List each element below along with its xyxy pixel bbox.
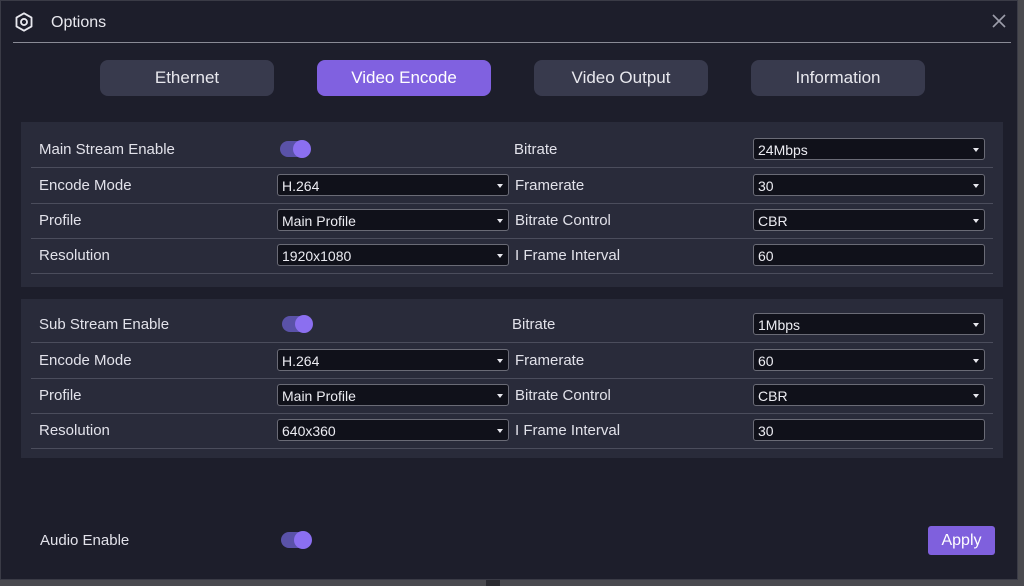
sub-bitrate-control-select[interactable]: CBR bbox=[753, 384, 985, 406]
sub-encode-mode-select[interactable]: H.264 bbox=[277, 349, 509, 371]
sub-stream-row-profile: Profile Main Profile Bitrate Control CBR bbox=[31, 378, 993, 414]
sub-stream-panel: Sub Stream Enable Bitrate 1Mbps Encode M… bbox=[21, 299, 1003, 458]
sub-stream-enable-label: Sub Stream Enable bbox=[39, 316, 170, 333]
sub-stream-row-enable: Sub Stream Enable Bitrate 1Mbps bbox=[31, 307, 993, 343]
sub-resolution-label: Resolution bbox=[39, 422, 110, 439]
sub-profile-select[interactable]: Main Profile bbox=[277, 384, 509, 406]
window-resize-handle bbox=[486, 580, 500, 586]
audio-enable-label: Audio Enable bbox=[40, 532, 130, 549]
main-framerate-value: 30 bbox=[758, 178, 774, 194]
sub-iframe-interval-input[interactable]: 30 bbox=[753, 419, 985, 441]
main-iframe-interval-input[interactable]: 60 bbox=[753, 244, 985, 266]
sub-framerate-select[interactable]: 60 bbox=[753, 349, 985, 371]
main-encode-mode-value: H.264 bbox=[282, 178, 320, 194]
options-dialog: Options Ethernet Video Encode Video Outp… bbox=[0, 0, 1018, 580]
sub-profile-label: Profile bbox=[39, 387, 82, 404]
audio-enable-toggle[interactable] bbox=[281, 531, 312, 549]
toggle-knob bbox=[294, 531, 312, 549]
sub-bitrate-label: Bitrate bbox=[512, 316, 556, 333]
main-stream-enable-label: Main Stream Enable bbox=[39, 141, 175, 158]
toggle-knob bbox=[293, 140, 311, 158]
sub-resolution-value: 640x360 bbox=[282, 423, 336, 439]
main-resolution-value: 1920x1080 bbox=[282, 248, 352, 264]
sub-framerate-label: Framerate bbox=[515, 352, 585, 369]
window-title: Options bbox=[51, 14, 107, 31]
chevron-down-icon bbox=[973, 359, 979, 363]
main-stream-row-resolution: Resolution 1920x1080 I Frame Interval 60 bbox=[31, 238, 993, 274]
chevron-down-icon bbox=[973, 394, 979, 398]
title-divider bbox=[13, 42, 1011, 43]
sub-encode-mode-label: Encode Mode bbox=[39, 352, 132, 369]
sub-profile-value: Main Profile bbox=[282, 388, 356, 404]
sub-bitrate-select[interactable]: 1Mbps bbox=[753, 313, 985, 335]
chevron-down-icon bbox=[973, 184, 979, 188]
main-framerate-select[interactable]: 30 bbox=[753, 174, 985, 196]
sub-framerate-value: 60 bbox=[758, 353, 774, 369]
gear-icon bbox=[15, 12, 33, 32]
chevron-down-icon bbox=[973, 323, 979, 327]
main-bitrate-label: Bitrate bbox=[514, 141, 558, 158]
tab-video-output[interactable]: Video Output bbox=[534, 60, 708, 96]
main-bitrate-control-select[interactable]: CBR bbox=[753, 209, 985, 231]
title-bar: Options bbox=[1, 1, 1017, 43]
chevron-down-icon bbox=[497, 359, 503, 363]
chevron-down-icon bbox=[497, 394, 503, 398]
tab-ethernet[interactable]: Ethernet bbox=[100, 60, 274, 96]
sub-stream-enable-toggle[interactable] bbox=[282, 315, 313, 333]
sub-iframe-interval-label: I Frame Interval bbox=[515, 422, 621, 439]
main-encode-mode-label: Encode Mode bbox=[39, 177, 132, 194]
main-framerate-label: Framerate bbox=[515, 177, 585, 194]
main-resolution-label: Resolution bbox=[39, 247, 110, 264]
main-stream-panel: Main Stream Enable Bitrate 24Mbps Encode… bbox=[21, 122, 1003, 287]
close-icon[interactable] bbox=[990, 12, 1008, 30]
main-encode-mode-select[interactable]: H.264 bbox=[277, 174, 509, 196]
chevron-down-icon bbox=[497, 254, 503, 258]
sub-bitrate-value: 1Mbps bbox=[758, 317, 801, 333]
chevron-down-icon bbox=[973, 219, 979, 223]
main-bitrate-control-value: CBR bbox=[758, 213, 788, 229]
sub-stream-row-encode: Encode Mode H.264 Framerate 60 bbox=[31, 343, 993, 379]
main-profile-select[interactable]: Main Profile bbox=[277, 209, 509, 231]
main-stream-row-enable: Main Stream Enable Bitrate 24Mbps bbox=[31, 132, 993, 168]
main-bitrate-control-label: Bitrate Control bbox=[515, 212, 611, 229]
main-iframe-interval-label: I Frame Interval bbox=[515, 247, 621, 264]
main-stream-row-profile: Profile Main Profile Bitrate Control CBR bbox=[31, 203, 993, 239]
main-stream-enable-toggle[interactable] bbox=[280, 140, 311, 158]
sub-stream-row-resolution: Resolution 640x360 I Frame Interval 30 bbox=[31, 413, 993, 449]
main-profile-label: Profile bbox=[39, 212, 82, 229]
toggle-knob bbox=[295, 315, 313, 333]
chevron-down-icon bbox=[497, 429, 503, 433]
sub-encode-mode-value: H.264 bbox=[282, 353, 320, 369]
chevron-down-icon bbox=[973, 148, 979, 152]
main-stream-row-encode: Encode Mode H.264 Framerate 30 bbox=[31, 168, 993, 204]
chevron-down-icon bbox=[497, 184, 503, 188]
sub-bitrate-control-value: CBR bbox=[758, 388, 788, 404]
chevron-down-icon bbox=[497, 219, 503, 223]
main-profile-value: Main Profile bbox=[282, 213, 356, 229]
sub-resolution-select[interactable]: 640x360 bbox=[277, 419, 509, 441]
tab-video-encode[interactable]: Video Encode bbox=[317, 60, 491, 96]
tab-information[interactable]: Information bbox=[751, 60, 925, 96]
main-bitrate-value: 24Mbps bbox=[758, 142, 808, 158]
main-bitrate-select[interactable]: 24Mbps bbox=[753, 138, 985, 160]
sub-bitrate-control-label: Bitrate Control bbox=[515, 387, 611, 404]
apply-button[interactable]: Apply bbox=[928, 526, 995, 555]
main-resolution-select[interactable]: 1920x1080 bbox=[277, 244, 509, 266]
